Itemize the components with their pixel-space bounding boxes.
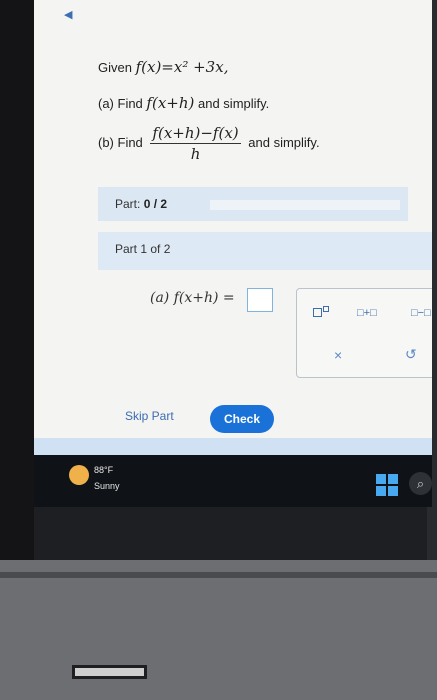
- sun-icon[interactable]: [69, 465, 89, 485]
- laptop-hinge: [0, 572, 437, 578]
- part-header-label: Part 1 of 2: [115, 242, 171, 256]
- progress-track: [210, 200, 400, 210]
- part-b-label: (b) Find: [98, 134, 143, 150]
- screen: ◀ Given f(x)=x² +3x, (a) Find f(x+h) and…: [34, 0, 432, 506]
- laptop-deck: [0, 560, 437, 700]
- plus-button[interactable]: □+□: [357, 307, 377, 319]
- back-arrow-icon[interactable]: ◀: [64, 8, 72, 21]
- math-palette: □+□ □−□ × ↺: [296, 288, 432, 378]
- part-a-suffix: and simplify.: [198, 96, 270, 111]
- exponent-box-icon: [323, 306, 329, 312]
- part-progress-label: Part: 0 / 2: [115, 197, 167, 211]
- difference-quotient: f(x+h)−f(x) h: [150, 124, 241, 163]
- part-b-suffix: and simplify.: [248, 134, 320, 150]
- minus-button[interactable]: □−□: [411, 307, 431, 319]
- undo-icon[interactable]: ↺: [405, 346, 417, 363]
- search-icon[interactable]: ⌕: [409, 472, 432, 495]
- footer-band: [34, 438, 432, 455]
- part-value: 0 / 2: [143, 197, 168, 211]
- weather-temperature: 88°F: [94, 465, 114, 475]
- clear-icon[interactable]: ×: [334, 347, 342, 363]
- part-a-label: (a) Find: [98, 96, 143, 111]
- laptop-port: [72, 665, 147, 679]
- part-header: Part 1 of 2: [98, 232, 432, 270]
- check-button[interactable]: Check: [210, 405, 274, 433]
- windows-start-icon[interactable]: [376, 474, 398, 496]
- part-b-question: (b) Find f(x+h)−f(x) h and simplify.: [98, 124, 320, 163]
- fraction-numerator: f(x+h)−f(x): [150, 124, 241, 144]
- weather-condition: Sunny: [94, 481, 120, 491]
- given-prefix: Given: [98, 60, 132, 75]
- base-box-icon: [313, 307, 322, 317]
- part-a-question: (a) Find f(x+h) and simplify.: [98, 94, 269, 112]
- answer-input[interactable]: [247, 288, 273, 312]
- given-line: Given f(x)=x² +3x,: [98, 58, 228, 76]
- fraction-denominator: h: [190, 145, 201, 163]
- given-expression: f(x)=x² +3x,: [135, 58, 229, 76]
- part-progress-bar: Part: 0 / 2: [98, 187, 408, 221]
- taskbar: 88°F Sunny ⌕: [34, 455, 432, 507]
- answer-prompt: (a) f(x+h) =: [150, 290, 235, 306]
- part-a-expression: f(x+h): [146, 94, 195, 112]
- superscript-button[interactable]: [313, 306, 329, 318]
- part-label: Part:: [115, 197, 141, 211]
- question-panel: ◀ Given f(x)=x² +3x, (a) Find f(x+h) and…: [34, 0, 432, 455]
- skip-part-button[interactable]: Skip Part: [125, 409, 174, 423]
